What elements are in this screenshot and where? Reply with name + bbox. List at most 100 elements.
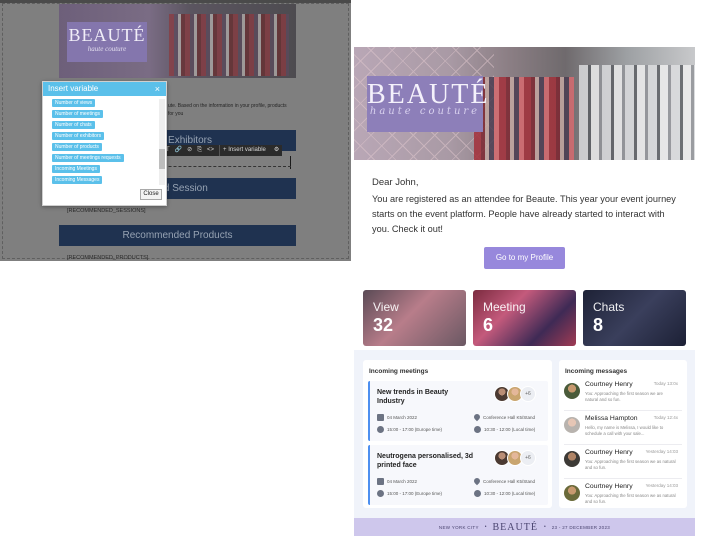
variable-incoming-meetings[interactable]: Incoming Meetings <box>52 165 100 173</box>
go-to-profile-button[interactable]: Go to my Profile <box>484 247 565 269</box>
code-icon[interactable]: <> <box>207 145 214 156</box>
insert-variable-button[interactable]: + Insert variable <box>219 145 269 156</box>
scrollbar-thumb[interactable] <box>159 149 165 169</box>
incoming-meetings-panel: Incoming meetings New trends in Beauty I… <box>363 360 552 508</box>
message-preview: Hello, my name is Melissa, I would like … <box>585 425 664 436</box>
message-item[interactable]: Courtney Henry Yesterday 14:03 You: Appr… <box>564 446 682 479</box>
location-pin-icon <box>472 476 482 486</box>
meeting-date: 04 March 2022 <box>377 414 417 421</box>
clock-icon <box>377 426 384 433</box>
meeting-date-text: 04 March 2022 <box>387 415 418 420</box>
insert-variable-dialog: Insert variable × Number of views Number… <box>42 81 167 206</box>
hero-banner: BEAUTÉ haute couture <box>354 47 695 160</box>
message-time: Yesterday 14:03 <box>645 483 678 488</box>
more-attendees-badge: +6 <box>520 386 536 402</box>
stat-card-meetings: Meeting 6 <box>473 290 576 346</box>
message-sender: Courtney Henry <box>585 381 633 388</box>
message-sender: Courtney Henry <box>585 483 633 490</box>
email-footer: NEW YORK CITY • BEAUTÉ • 23 - 27 DECEMBE… <box>354 518 695 536</box>
activity-panels: Incoming meetings New trends in Beauty I… <box>354 350 695 518</box>
meeting-card[interactable]: New trends in Beauty Industry +6 04 Marc… <box>368 381 548 441</box>
variable-incoming-messages[interactable]: Incoming Messages <box>52 176 103 184</box>
meeting-time-text: 15:00 - 17:00 (Europe time) <box>387 427 443 432</box>
calendar-icon <box>377 414 384 421</box>
beaute-logo: BEAUTÉ haute couture <box>367 76 487 132</box>
dialog-scrollbar[interactable] <box>159 99 165 185</box>
meeting-location-text: Conference Hall K5/Stand <box>483 478 536 484</box>
panel-title: Incoming meetings <box>369 368 429 375</box>
meeting-time-text: 10:30 - 12:00 (Local time) <box>484 491 536 496</box>
attendee-avatars: +6 <box>494 386 536 402</box>
footer-brand: BEAUTÉ <box>492 521 538 533</box>
logo-tagline: haute couture <box>87 45 127 53</box>
unlink-icon[interactable]: ⊘ <box>187 145 192 156</box>
message-item[interactable]: Courtney Henry Today 13:0x You: Approach… <box>564 378 682 411</box>
message-time: Today 13:0x <box>653 381 678 386</box>
recommended-products-placeholder[interactable]: [RECOMMENDED_PRODUCTS] <box>67 255 148 261</box>
stat-card-views: View 32 <box>363 290 466 346</box>
variable-number-of-exhibitors[interactable]: Number of exhibitors <box>52 132 105 140</box>
avatar <box>564 451 580 467</box>
footer-separator: • <box>543 524 546 530</box>
close-button[interactable]: Close <box>140 189 162 200</box>
variable-number-of-chats[interactable]: Number of chats <box>52 121 95 129</box>
recommended-sessions-placeholder[interactable]: [RECOMMENDED_SESSIONS] <box>67 208 146 214</box>
clothing-display-image <box>474 77 574 160</box>
beaute-logo: BEAUTÉ haute couture <box>67 22 147 62</box>
footer-city: NEW YORK CITY <box>438 524 479 530</box>
message-preview: You: Approaching the first season we as … <box>585 493 676 504</box>
meeting-date: 04 March 2022 <box>377 478 417 485</box>
meeting-time-local: 10:30 - 12:00 (Local time) <box>474 426 535 433</box>
email-preview: BEAUTÉ haute couture Dear John, You are … <box>354 47 695 536</box>
clock-icon <box>377 490 384 497</box>
text-format-toolbar: nts T 🔗 ⊘ ⎘ <> + Insert variable ⚙ <box>150 145 291 169</box>
meeting-time-europe: 15:00 - 17:00 (Europe time) <box>377 490 442 497</box>
gear-icon[interactable]: ⚙ <box>274 145 279 156</box>
panel-title: Incoming messages <box>565 368 628 375</box>
stat-label: View <box>373 300 399 314</box>
variable-number-of-products[interactable]: Number of products <box>52 143 102 151</box>
dialog-title: Insert variable <box>48 84 99 93</box>
stat-value: 32 <box>373 315 394 335</box>
divider <box>564 478 682 479</box>
message-item[interactable]: Melissa Hampton Today 12:4x Hello, my na… <box>564 412 682 445</box>
meeting-card[interactable]: Neutrogena personalised, 3d printed face… <box>368 445 548 505</box>
message-time: Today 12:4x <box>653 415 678 420</box>
meeting-time-europe: 15:00 - 17:00 (Europe time) <box>377 426 442 433</box>
meeting-location: Conference Hall K5/Stand <box>472 412 536 422</box>
footer-dates: 23 - 27 DECEMBER 2023 <box>551 524 611 530</box>
editor-banner-image[interactable]: BEAUTÉ haute couture <box>59 4 296 78</box>
text-cursor <box>290 156 291 169</box>
editor-intro-text[interactable]: ute. Based on the information in your pr… <box>168 102 288 118</box>
link-icon[interactable]: 🔗 <box>175 145 182 156</box>
more-attendees-badge: +6 <box>520 450 536 466</box>
recommended-products-button[interactable]: Recommended Products <box>59 225 296 246</box>
meeting-time-local: 10:30 - 12:00 (Local time) <box>474 490 535 497</box>
stat-value: 8 <box>593 315 604 335</box>
store-interior-image <box>579 65 695 160</box>
message-item[interactable]: Courtney Henry Yesterday 14:03 You: Appr… <box>564 480 682 513</box>
variable-number-of-meeting-requests[interactable]: Number of meetings requests <box>52 154 124 162</box>
stat-card-chats: Chats 8 <box>583 290 686 346</box>
meeting-time-text: 10:30 - 12:00 (Local time) <box>484 427 536 432</box>
avatar <box>564 485 580 501</box>
message-preview: You: Approaching the first season we are… <box>585 391 663 402</box>
greeting: Dear John, <box>372 177 419 188</box>
meeting-date-text: 04 March 2022 <box>387 479 418 484</box>
close-icon[interactable]: × <box>155 82 160 96</box>
copy-icon[interactable]: ⎘ <box>197 145 202 156</box>
message-time: Yesterday 14:03 <box>645 449 678 454</box>
variable-number-of-meetings[interactable]: Number of meetings <box>52 110 104 118</box>
divider <box>564 444 682 445</box>
avatar <box>564 417 580 433</box>
meeting-location-text: Conference Hall K5/Stand <box>483 414 536 420</box>
message-sender: Melissa Hampton <box>585 415 638 422</box>
incoming-messages-panel: Incoming messages Courtney Henry Today 1… <box>559 360 687 508</box>
divider <box>564 410 682 411</box>
stat-label: Meeting <box>483 300 526 314</box>
message-preview: You: Approaching the first season we as … <box>585 459 676 470</box>
clock-icon <box>474 426 481 433</box>
meeting-time-text: 15:00 - 17:00 (Europe time) <box>387 491 443 496</box>
attendee-avatars: +6 <box>494 450 536 466</box>
variable-number-of-views[interactable]: Number of views <box>52 99 96 107</box>
